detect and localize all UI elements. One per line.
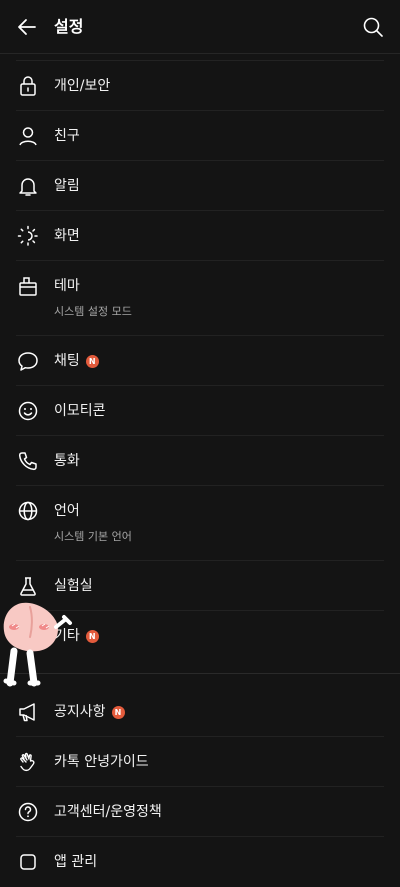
back-arrow-icon[interactable] xyxy=(16,16,38,38)
settings-item-guide[interactable]: 카톡 안녕가이드 xyxy=(0,737,400,787)
settings-item-emoticon[interactable]: 이모티콘 xyxy=(0,386,400,436)
peach-mascot-image xyxy=(3,602,72,687)
settings-item-subtitle: 시스템 설정 모드 xyxy=(54,305,132,318)
page-title: 설정 xyxy=(54,17,84,36)
app-icon xyxy=(20,854,36,870)
settings-item-label: 이모티콘 xyxy=(54,403,106,419)
phone-icon xyxy=(18,452,37,471)
app-header: 설정 xyxy=(0,0,400,54)
megaphone-icon xyxy=(19,703,35,722)
settings-item-chat[interactable]: 채팅 N xyxy=(0,336,400,386)
chat-bubble-icon xyxy=(18,352,38,371)
person-icon xyxy=(19,127,37,146)
smiley-icon xyxy=(18,401,38,421)
settings-item-display[interactable]: 화면 xyxy=(0,211,400,261)
new-badge: N xyxy=(85,354,99,368)
search-icon[interactable] xyxy=(362,16,384,38)
settings-item-label: 채팅 xyxy=(54,353,80,369)
settings-item-subtitle: 시스템 기본 언어 xyxy=(54,530,132,543)
settings-item-label: 공지사항 xyxy=(54,704,106,720)
settings-item-label: 고객센터/운영정책 xyxy=(54,804,162,820)
settings-item-notifications[interactable]: 알림 xyxy=(0,161,400,211)
settings-item-support[interactable]: 고객센터/운영정책 xyxy=(0,787,400,837)
new-badge: N xyxy=(111,705,125,719)
brightness-icon xyxy=(17,225,39,247)
settings-item-language[interactable]: 언어 시스템 기본 언어 xyxy=(0,486,400,561)
bell-icon xyxy=(19,178,37,196)
lock-icon xyxy=(20,76,36,96)
settings-item-theme[interactable]: 테마 시스템 설정 모드 xyxy=(0,261,400,336)
settings-item-label: 테마 xyxy=(54,278,80,294)
settings-item-privacy[interactable]: 개인/보안 xyxy=(0,61,400,111)
settings-item-label: 언어 xyxy=(54,503,80,519)
wave-hand-icon xyxy=(20,752,35,772)
theme-icon xyxy=(19,277,37,296)
settings-item-label: 통화 xyxy=(54,453,80,469)
new-badge: N xyxy=(85,629,99,643)
settings-item-call[interactable]: 통화 xyxy=(0,436,400,486)
flask-icon xyxy=(20,577,36,596)
settings-item-label: 카톡 안녕가이드 xyxy=(54,754,149,770)
settings-item-label: 화면 xyxy=(54,228,80,244)
settings-item-label: 알림 xyxy=(54,178,80,194)
settings-item-friends[interactable]: 친구 xyxy=(0,111,400,161)
settings-item-label: 앱 관리 xyxy=(54,854,98,870)
settings-list: 개인/보안 친구 알림 화면 테마 시스템 설정 모드 채팅 N 이모티콘 통화… xyxy=(0,61,400,887)
globe-icon xyxy=(18,501,38,521)
settings-item-label: 개인/보안 xyxy=(54,78,111,94)
settings-item-app[interactable]: 앱 관리 xyxy=(0,837,400,887)
settings-item-label: 친구 xyxy=(54,128,80,144)
settings-item-label: 실험실 xyxy=(54,578,93,594)
question-icon xyxy=(18,802,38,822)
